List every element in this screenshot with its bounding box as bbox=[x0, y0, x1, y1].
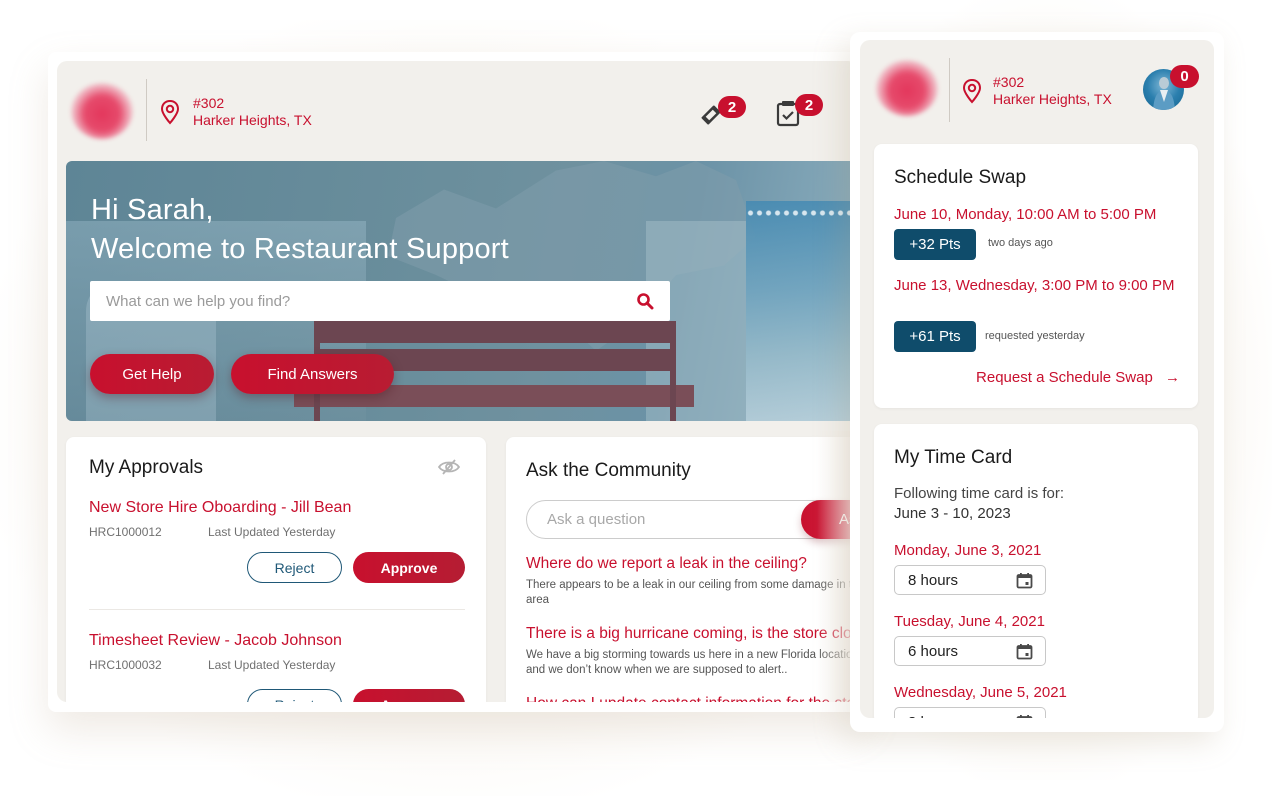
points-badge: +61 Pts bbox=[894, 321, 976, 352]
approval-divider bbox=[89, 609, 465, 610]
store-number: #302 bbox=[193, 95, 225, 111]
find-answers-button[interactable]: Find Answers bbox=[231, 354, 394, 394]
swap-meta: requested yesterday bbox=[985, 330, 1085, 342]
arrow-right-icon: → bbox=[1165, 369, 1180, 386]
approve-button[interactable]: Approve bbox=[353, 552, 465, 583]
hours-field[interactable] bbox=[894, 565, 1046, 595]
bench-leg bbox=[670, 321, 676, 421]
hours-field[interactable] bbox=[894, 636, 1046, 666]
approval-id: HRC1000012 bbox=[89, 525, 162, 539]
points-badge: +32 Pts bbox=[894, 229, 976, 260]
time-card-day-label: Tuesday, June 4, 2021 bbox=[894, 613, 1045, 630]
store-number: #302 bbox=[993, 74, 1025, 90]
swap-meta: two days ago bbox=[988, 237, 1053, 249]
search-icon[interactable] bbox=[636, 292, 654, 310]
store-city: Harker Heights, TX bbox=[993, 91, 1112, 107]
greeting-line: Hi Sarah, bbox=[91, 194, 214, 226]
question-title[interactable]: Where do we report a leak in the ceiling… bbox=[526, 555, 807, 573]
time-card-range: June 3 - 10, 2023 bbox=[894, 505, 1011, 522]
calendar-icon[interactable] bbox=[1016, 714, 1033, 719]
question-title[interactable]: There is a big hurricane coming, is the … bbox=[526, 625, 858, 643]
store-location[interactable]: #302 Harker Heights, TX bbox=[159, 95, 312, 129]
hours-input[interactable] bbox=[908, 642, 1016, 660]
schedule-swap-title: Schedule Swap bbox=[894, 167, 1027, 188]
location-pin-icon bbox=[160, 99, 180, 125]
desktop-screen: #302 Harker Heights, TX 2 2 Hi Sarah, We… bbox=[57, 61, 858, 702]
help-search-bar[interactable] bbox=[90, 281, 670, 321]
time-card-card: My Time Card Following time card is for:… bbox=[874, 424, 1198, 718]
my-approvals-card: My Approvals New Store Hire Oboarding - … bbox=[66, 437, 486, 702]
request-swap-label: Request a Schedule Swap bbox=[976, 369, 1153, 386]
tickets-badge: 2 bbox=[718, 96, 746, 118]
help-search-input[interactable] bbox=[106, 292, 636, 310]
swap-date[interactable]: June 10, Monday, 10:00 AM to 5:00 PM bbox=[894, 205, 1184, 225]
question-title[interactable]: How can I update contact information for… bbox=[526, 695, 858, 702]
hours-field[interactable] bbox=[894, 707, 1046, 718]
hero-photo-office bbox=[746, 201, 858, 421]
swap-date[interactable]: June 13, Wednesday, 3:00 PM to 9:00 PM bbox=[894, 276, 1184, 296]
store-location[interactable]: #302 Harker Heights, TX bbox=[961, 74, 1112, 108]
store-city: Harker Heights, TX bbox=[193, 112, 312, 128]
approval-id: HRC1000032 bbox=[89, 658, 162, 672]
notifications-badge: 0 bbox=[1170, 65, 1199, 88]
time-card-title: My Time Card bbox=[894, 447, 1013, 468]
calendar-icon[interactable] bbox=[1016, 572, 1033, 589]
request-swap-link[interactable]: Request a Schedule Swap → bbox=[976, 369, 1180, 386]
mobile-screen: #302 Harker Heights, TX 0 Schedule Swap … bbox=[860, 40, 1214, 718]
welcome-line: Welcome to Restaurant Support bbox=[91, 233, 509, 265]
hours-input[interactable] bbox=[908, 571, 1016, 589]
approval-title[interactable]: New Store Hire Oboarding - Jill Bean bbox=[89, 499, 351, 517]
approval-updated: Last Updated Yesterday bbox=[208, 525, 336, 539]
ask-community-card: Ask the Community Ask Where do we report… bbox=[506, 437, 858, 702]
brand-logo[interactable] bbox=[876, 60, 938, 116]
community-title: Ask the Community bbox=[526, 460, 691, 481]
hours-input[interactable] bbox=[908, 713, 1016, 718]
approval-title[interactable]: Timesheet Review - Jacob Johnson bbox=[89, 632, 342, 650]
tasks-badge: 2 bbox=[795, 94, 823, 116]
get-help-button[interactable]: Get Help bbox=[90, 354, 214, 394]
hero-photo-lights bbox=[746, 209, 858, 217]
question-body: There appears to be a leak in our ceilin… bbox=[526, 579, 858, 606]
approve-button[interactable]: Approve bbox=[353, 689, 465, 702]
time-card-day-label: Monday, June 3, 2021 bbox=[894, 542, 1042, 559]
brand-logo[interactable] bbox=[71, 83, 133, 139]
calendar-icon[interactable] bbox=[1016, 643, 1033, 660]
schedule-swap-card: Schedule Swap June 10, Monday, 10:00 AM … bbox=[874, 144, 1198, 408]
reject-button[interactable]: Reject bbox=[247, 689, 342, 702]
approvals-title: My Approvals bbox=[89, 457, 204, 478]
header-divider bbox=[949, 58, 950, 122]
approval-updated: Last Updated Yesterday bbox=[208, 658, 336, 672]
bench-slat bbox=[314, 321, 674, 343]
time-card-day-label: Wednesday, June 5, 2021 bbox=[894, 684, 1067, 701]
time-card-intro: Following time card is for: bbox=[894, 485, 1065, 502]
question-body: We have a big storming towards us here i… bbox=[526, 649, 858, 676]
hide-eye-icon[interactable] bbox=[437, 458, 461, 476]
header-divider bbox=[146, 79, 147, 141]
hero-banner: Hi Sarah, Welcome to Restaurant Support … bbox=[66, 161, 858, 421]
reject-button[interactable]: Reject bbox=[247, 552, 342, 583]
location-pin-icon bbox=[962, 78, 982, 104]
welcome-heading: Hi Sarah, Welcome to Restaurant Support bbox=[91, 191, 509, 269]
